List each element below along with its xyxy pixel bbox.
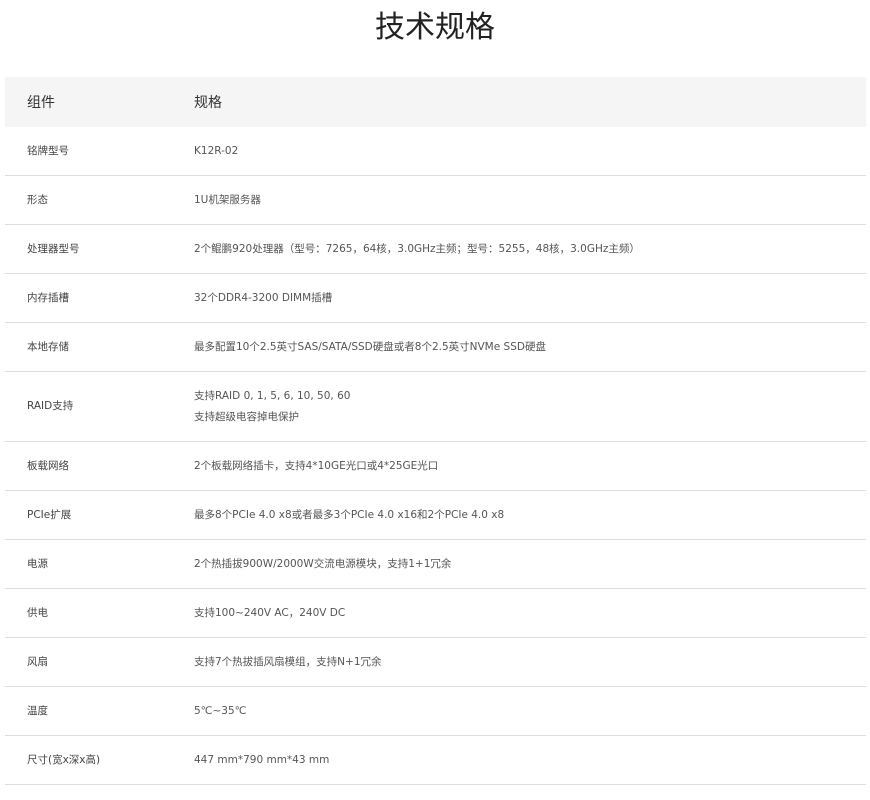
row-value-line: 2个板载网络插卡，支持4*10GE光口或4*25GE光口 <box>194 459 439 472</box>
table-row: 尺寸(宽x深x高) 447 mm*790 mm*43 mm <box>5 735 866 785</box>
row-value: 支持7个热拔插风扇模组，支持N+1冗余 <box>172 637 866 687</box>
row-value-line: 32个DDR4-3200 DIMM插槽 <box>194 291 333 304</box>
row-label: 板载网络 <box>5 441 172 491</box>
row-value-line: 447 mm*790 mm*43 mm <box>194 753 330 766</box>
row-value-line: 支持RAID 0, 1, 5, 6, 10, 50, 60 <box>194 389 351 402</box>
row-value: 2个热插拔900W/2000W交流电源模块，支持1+1冗余 <box>172 539 866 589</box>
table-header: 组件 规格 <box>5 77 866 127</box>
row-value: 447 mm*790 mm*43 mm <box>172 735 866 785</box>
row-value-line: 2个鲲鹏920处理器（型号：7265，64核，3.0GHz主频；型号：5255，… <box>194 242 640 255</box>
row-label: 尺寸(宽x深x高) <box>5 735 172 785</box>
row-value-line: 最多8个PCIe 4.0 x8或者最多3个PCIe 4.0 x16和2个PCIe… <box>194 508 505 521</box>
row-value-line: 支持超级电容掉电保护 <box>194 410 299 423</box>
row-value-line: 支持100~240V AC，240V DC <box>194 606 346 619</box>
row-label: 温度 <box>5 686 172 736</box>
table-row: 形态 1U机架服务器 <box>5 175 866 225</box>
table-row: 板载网络 2个板载网络插卡，支持4*10GE光口或4*25GE光口 <box>5 441 866 491</box>
row-value-line: 支持7个热拔插风扇模组，支持N+1冗余 <box>194 655 382 668</box>
row-label: RAID支持 <box>5 371 172 442</box>
spec-table: 组件 规格 铭牌型号 K12R-02 形态 1U机架服务器 处理器型号 2个鲲鹏… <box>5 77 866 785</box>
table-row: 温度 5℃~35℃ <box>5 686 866 736</box>
table-row: 本地存储 最多配置10个2.5英寸SAS/SATA/SSD硬盘或者8个2.5英寸… <box>5 322 866 372</box>
row-label: 处理器型号 <box>5 224 172 274</box>
row-value: 1U机架服务器 <box>172 175 866 225</box>
row-value-line: 最多配置10个2.5英寸SAS/SATA/SSD硬盘或者8个2.5英寸NVMe … <box>194 340 546 353</box>
table-row: 铭牌型号 K12R-02 <box>5 127 866 176</box>
row-value: K12R-02 <box>172 127 866 176</box>
row-label: PCIe扩展 <box>5 490 172 540</box>
row-value-line: K12R-02 <box>194 144 239 157</box>
header-component: 组件 <box>27 95 55 111</box>
row-value: 支持RAID 0, 1, 5, 6, 10, 50, 60 支持超级电容掉电保护 <box>172 371 866 442</box>
row-value-line: 1U机架服务器 <box>194 193 261 206</box>
row-label: 风扇 <box>5 637 172 687</box>
header-spec: 规格 <box>194 95 222 111</box>
table-row: 处理器型号 2个鲲鹏920处理器（型号：7265，64核，3.0GHz主频；型号… <box>5 224 866 274</box>
row-label: 形态 <box>5 175 172 225</box>
row-label: 电源 <box>5 539 172 589</box>
row-label: 本地存储 <box>5 322 172 372</box>
row-value: 最多配置10个2.5英寸SAS/SATA/SSD硬盘或者8个2.5英寸NVMe … <box>172 322 866 372</box>
row-value: 5℃~35℃ <box>172 686 866 736</box>
table-body: 铭牌型号 K12R-02 形态 1U机架服务器 处理器型号 2个鲲鹏920处理器… <box>5 127 866 785</box>
row-value: 2个鲲鹏920处理器（型号：7265，64核，3.0GHz主频；型号：5255，… <box>172 224 866 274</box>
table-row: 供电 支持100~240V AC，240V DC <box>5 588 866 638</box>
row-value: 支持100~240V AC，240V DC <box>172 588 866 638</box>
page-title: 技术规格 <box>375 10 495 45</box>
row-value: 2个板载网络插卡，支持4*10GE光口或4*25GE光口 <box>172 441 866 491</box>
row-label: 铭牌型号 <box>5 127 172 176</box>
row-value: 32个DDR4-3200 DIMM插槽 <box>172 273 866 323</box>
table-row: 电源 2个热插拔900W/2000W交流电源模块，支持1+1冗余 <box>5 539 866 589</box>
table-row: 内存插槽 32个DDR4-3200 DIMM插槽 <box>5 273 866 323</box>
table-row: RAID支持 支持RAID 0, 1, 5, 6, 10, 50, 60 支持超… <box>5 371 866 442</box>
row-label: 内存插槽 <box>5 273 172 323</box>
table-row: 风扇 支持7个热拔插风扇模组，支持N+1冗余 <box>5 637 866 687</box>
header-row: 组件 规格 <box>5 77 866 127</box>
table-row: PCIe扩展 最多8个PCIe 4.0 x8或者最多3个PCIe 4.0 x16… <box>5 490 866 540</box>
row-value-line: 2个热插拔900W/2000W交流电源模块，支持1+1冗余 <box>194 557 452 570</box>
row-value-line: 5℃~35℃ <box>194 704 247 717</box>
row-value: 最多8个PCIe 4.0 x8或者最多3个PCIe 4.0 x16和2个PCIe… <box>172 490 866 540</box>
row-label: 供电 <box>5 588 172 638</box>
